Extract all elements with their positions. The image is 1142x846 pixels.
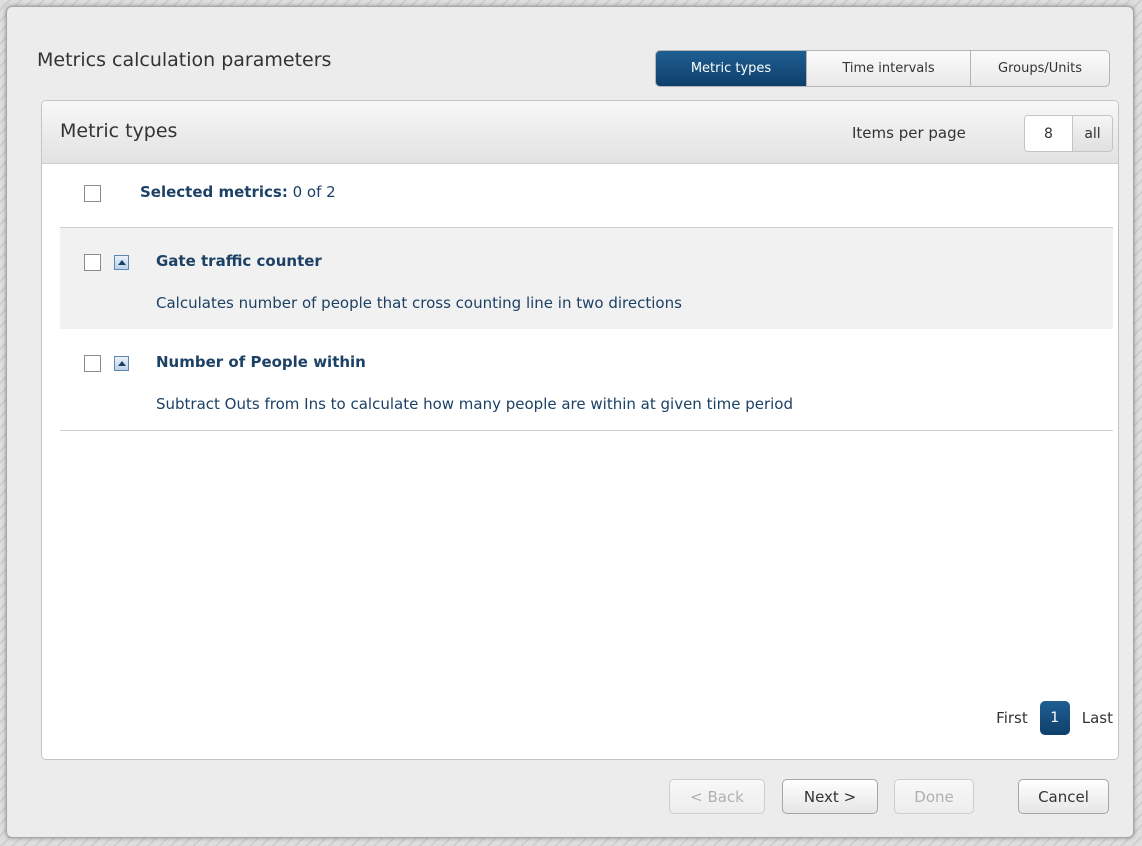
metric-checkbox[interactable]	[84, 355, 101, 372]
cancel-button[interactable]: Cancel	[1018, 779, 1109, 814]
items-per-page-control: all	[1024, 115, 1113, 152]
tab-metric-types[interactable]: Metric types	[656, 51, 806, 86]
tab-bar: Metric types Time intervals Groups/Units	[655, 50, 1110, 87]
metrics-dialog: Metrics calculation parameters Metric ty…	[6, 6, 1134, 838]
select-all-checkbox[interactable]	[84, 185, 101, 202]
collapse-icon[interactable]	[114, 255, 129, 270]
items-per-page-input[interactable]	[1025, 116, 1073, 151]
metric-name: Gate traffic counter	[156, 252, 322, 270]
pagination: First 1 Last	[996, 701, 1113, 735]
pagination-current-page[interactable]: 1	[1039, 701, 1070, 735]
metric-name: Number of People within	[156, 353, 366, 371]
pagination-last[interactable]: Last	[1082, 709, 1113, 727]
panel-header: Metric types Items per page all	[42, 101, 1118, 164]
collapse-icon[interactable]	[114, 356, 129, 371]
pagination-first[interactable]: First	[996, 709, 1028, 727]
dialog-title: Metrics calculation parameters	[37, 49, 332, 71]
divider	[60, 430, 1113, 431]
items-per-page-label: Items per page	[852, 124, 966, 142]
items-per-page-all-button[interactable]: all	[1073, 116, 1112, 151]
metric-row: Number of People within Subtract Outs fr…	[60, 329, 1113, 430]
panel-title: Metric types	[60, 120, 178, 142]
selected-metrics-label: Selected metrics:	[140, 183, 288, 201]
metric-description: Calculates number of people that cross c…	[156, 294, 682, 312]
selected-metrics-summary: Selected metrics: 0 of 2	[140, 183, 336, 201]
next-button[interactable]: Next >	[782, 779, 878, 814]
tab-time-intervals[interactable]: Time intervals	[806, 51, 970, 86]
metric-checkbox[interactable]	[84, 254, 101, 271]
back-button[interactable]: < Back	[669, 779, 765, 814]
done-button[interactable]: Done	[894, 779, 974, 814]
metric-description: Subtract Outs from Ins to calculate how …	[156, 395, 794, 413]
metric-row: Gate traffic counter Calculates number o…	[60, 228, 1113, 329]
tab-groups-units[interactable]: Groups/Units	[970, 51, 1109, 86]
selected-metrics-count: 0 of 2	[292, 183, 336, 201]
metric-types-panel: Metric types Items per page all Selected…	[41, 100, 1119, 760]
